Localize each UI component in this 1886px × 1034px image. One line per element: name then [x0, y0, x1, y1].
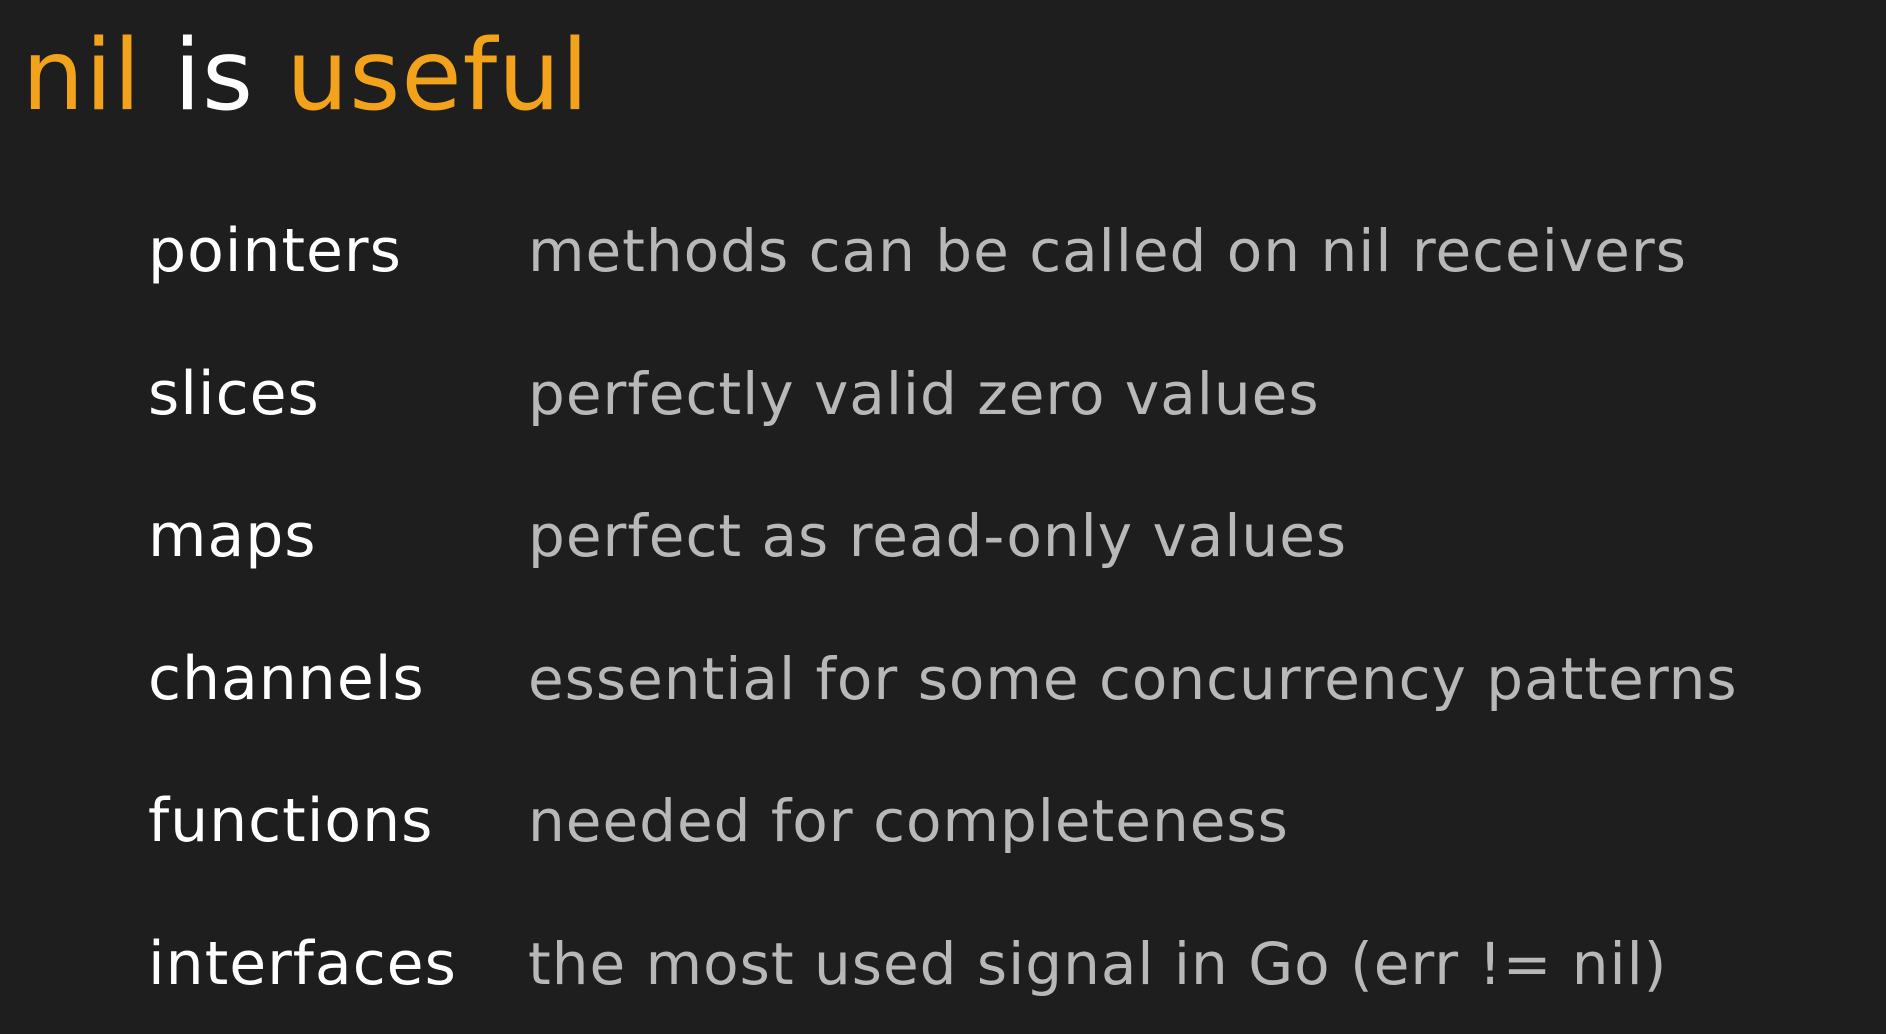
term-label: slices [148, 358, 320, 429]
term-description: methods can be called on nil receivers [528, 217, 1687, 285]
term-label: interfaces [148, 928, 457, 999]
term-description: the most used signal in Go (err != nil) [528, 929, 1668, 998]
list-item: channels essential for some concurrency … [148, 634, 1868, 777]
slide-title: nil is useful [22, 20, 590, 133]
term-label: pointers [148, 216, 402, 286]
term-label: functions [148, 786, 434, 856]
title-word-useful: useful [286, 19, 590, 133]
term-list: pointers methods can be called on nil re… [148, 206, 1868, 1034]
list-item: functions needed for completeness [148, 776, 1868, 919]
list-item: maps perfect as read-only values [148, 491, 1868, 634]
list-item: slices perfectly valid zero values [148, 349, 1868, 492]
list-item: interfaces the most used signal in Go (e… [148, 919, 1868, 1034]
title-word-is: is [173, 19, 255, 133]
list-item: pointers methods can be called on nil re… [148, 206, 1868, 349]
term-label: channels [148, 643, 425, 714]
term-description: perfect as read-only values [528, 502, 1348, 570]
term-description: perfectly valid zero values [528, 359, 1320, 428]
term-description: needed for completeness [528, 787, 1289, 855]
term-label: maps [148, 501, 317, 571]
term-description: essential for some concurrency patterns [528, 644, 1738, 713]
slide: nil is useful pointers methods can be ca… [0, 0, 1886, 1034]
title-word-nil: nil [22, 19, 142, 133]
